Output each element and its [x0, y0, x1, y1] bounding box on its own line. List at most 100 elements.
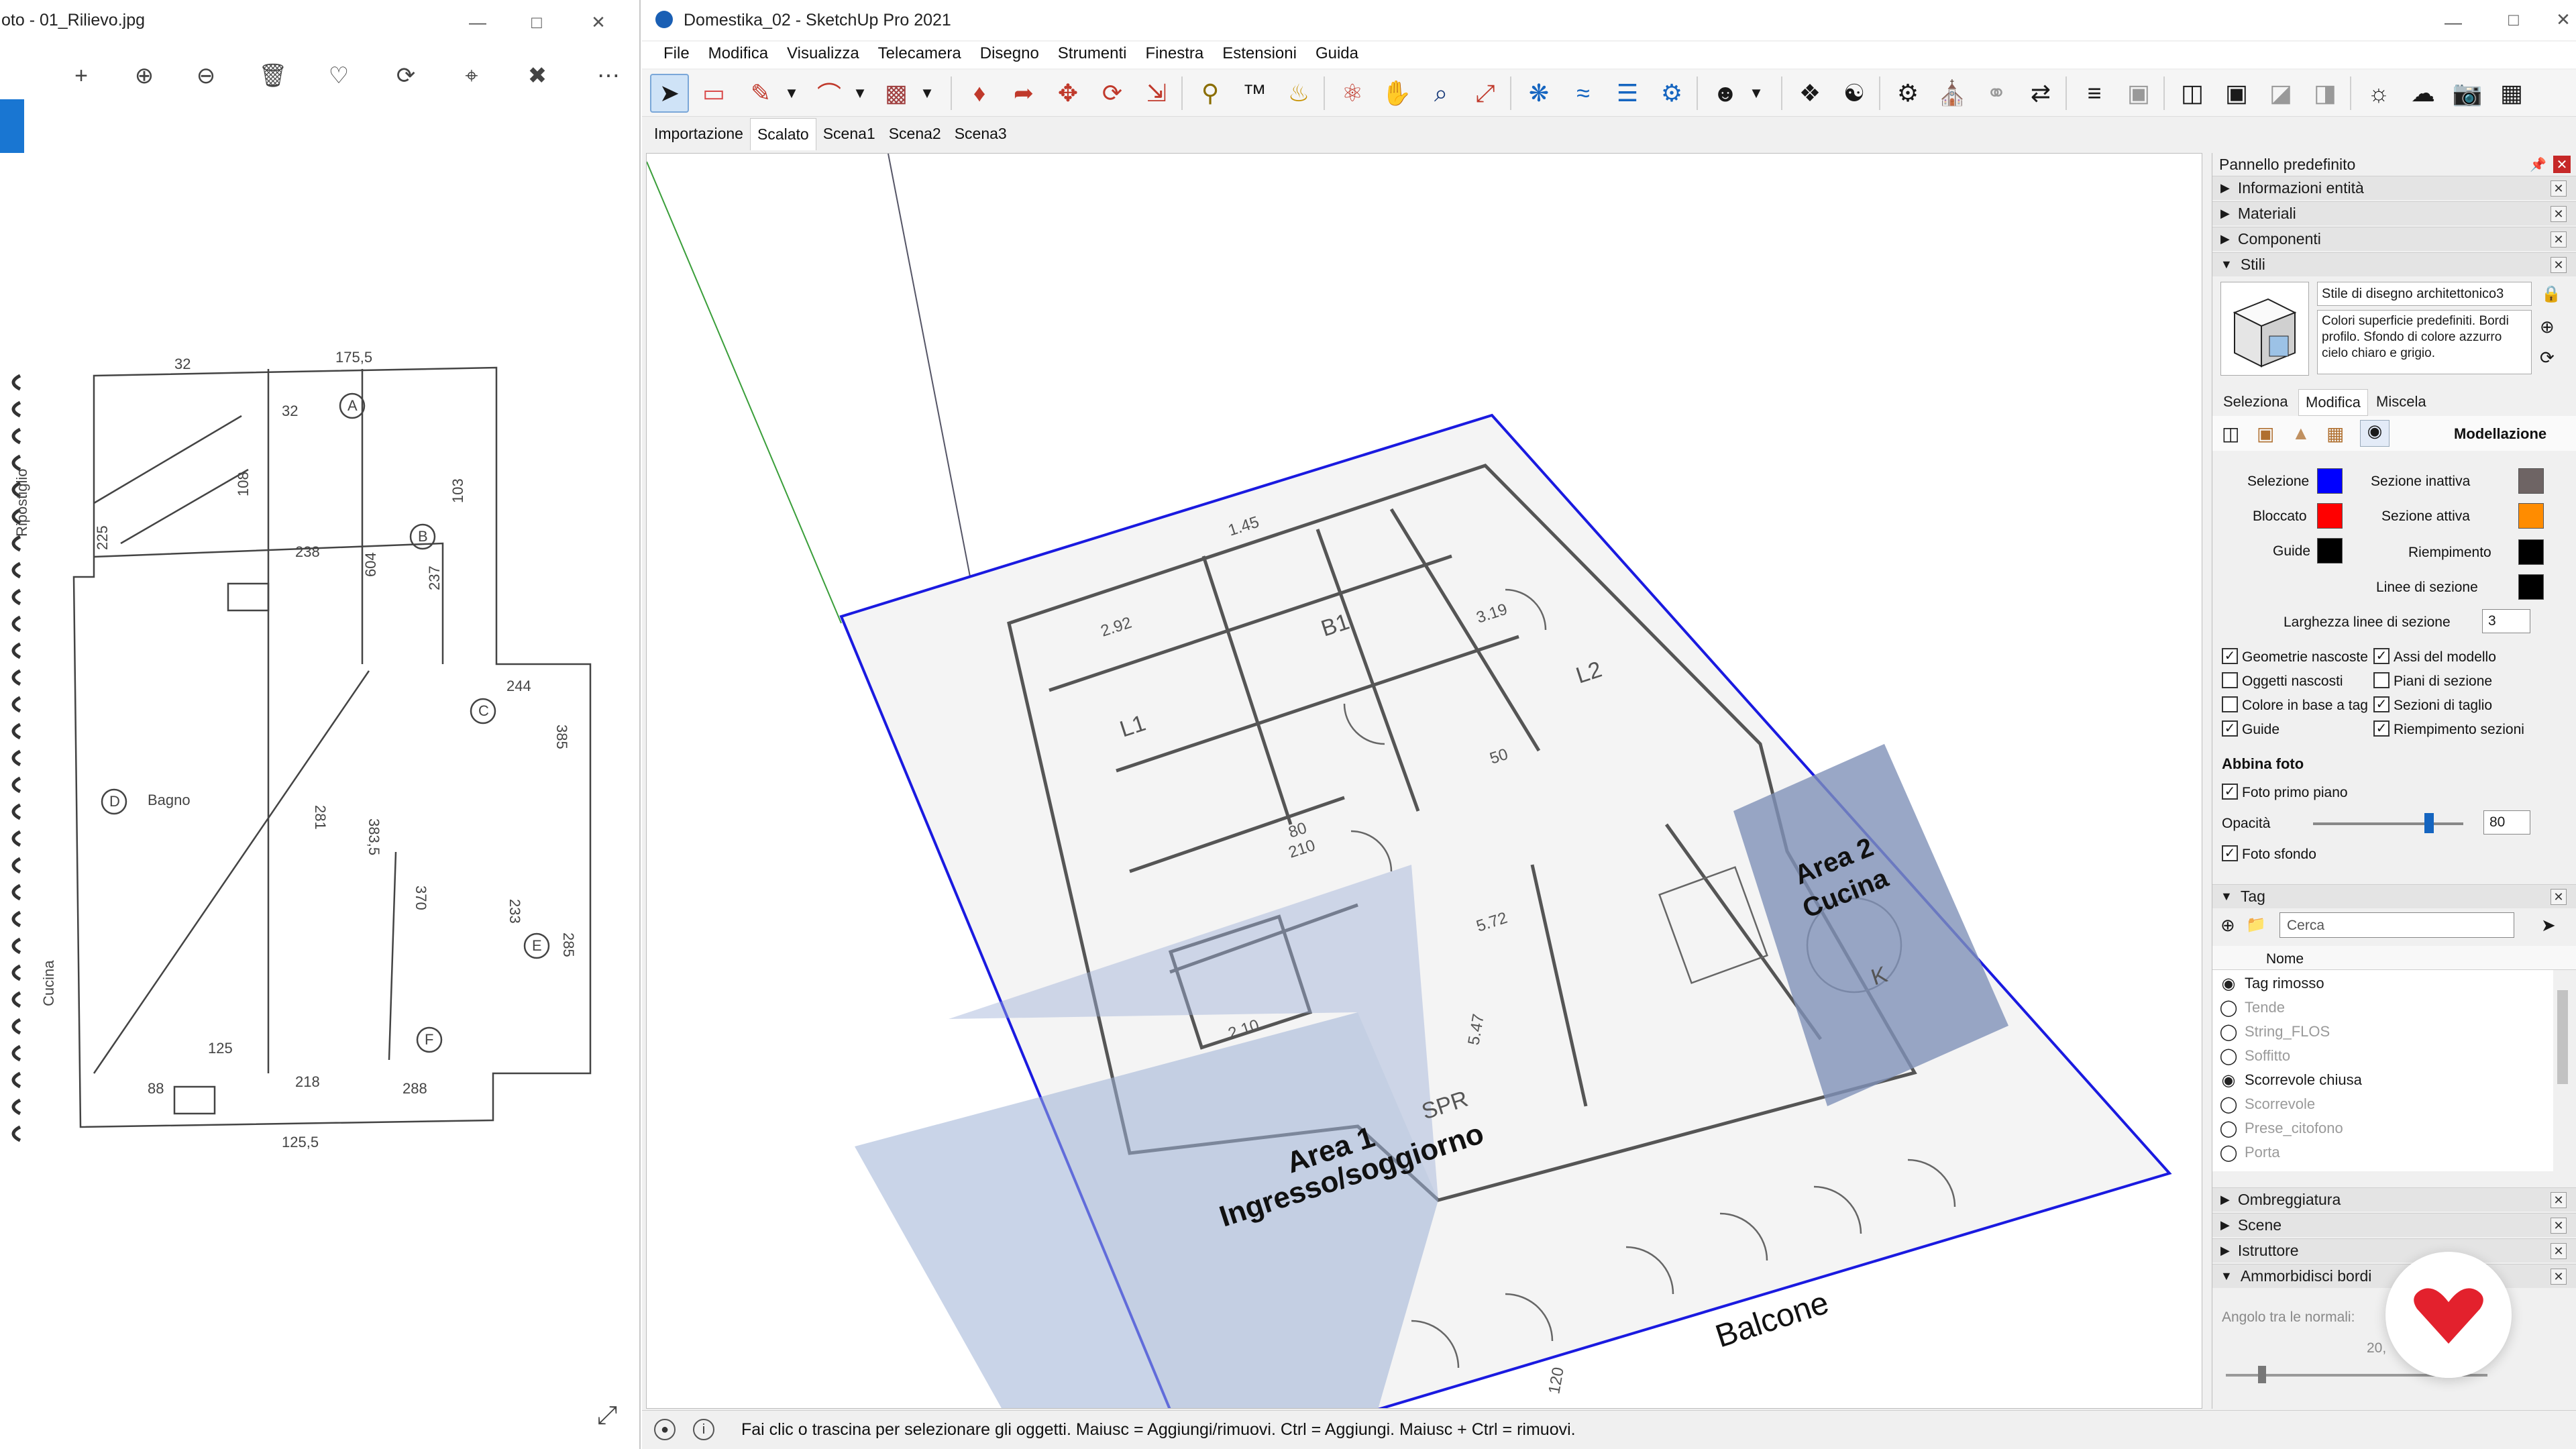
zoom-icon[interactable]: ⌕ — [1421, 74, 1460, 113]
arc-dropdown-icon[interactable]: ▼ — [841, 74, 879, 113]
bloccato-swatch[interactable] — [2317, 503, 2343, 529]
menu-file[interactable]: File — [654, 42, 699, 68]
pin-icon[interactable]: 📌 — [2530, 156, 2546, 173]
texture-icon[interactable]: ☯ — [1835, 74, 1874, 113]
panel-materials[interactable]: ▶ Materiali ✕ — [2212, 201, 2576, 225]
scrollbar-thumb[interactable] — [2557, 990, 2568, 1084]
opacity-slider-thumb[interactable] — [2424, 813, 2434, 833]
visibility-eye-icon[interactable]: ◯ — [2212, 1046, 2245, 1066]
paint-bucket-icon[interactable]: ♨ — [1279, 74, 1318, 113]
panel-instructor[interactable]: ▶ Istruttore ✕ — [2212, 1238, 2576, 1263]
menu-tools[interactable]: Strumenti — [1049, 42, 1136, 68]
list-item[interactable]: ◉ Scorrevole chiusa — [2212, 1068, 2553, 1092]
favorite-icon[interactable]: ♡ — [315, 52, 362, 99]
face-settings-icon[interactable]: ▣ — [2257, 423, 2274, 445]
list-item[interactable]: ◯ Soffitto — [2212, 1044, 2553, 1068]
select-tool-icon[interactable]: ➤ — [650, 74, 689, 113]
checkbox-hidden-geometry[interactable]: ✓ — [2222, 648, 2238, 664]
area1-highlight[interactable] — [855, 1012, 1438, 1409]
fog-icon[interactable]: ☁ — [2404, 74, 2443, 113]
line-dropdown-icon[interactable]: ▼ — [772, 74, 811, 113]
list-item[interactable]: ◯ String_FLOS — [2212, 1020, 2553, 1044]
gallery-button[interactable] — [0, 99, 24, 153]
background-settings-icon[interactable]: ▲ — [2292, 423, 2310, 444]
tab-scena1[interactable]: Scena1 — [816, 118, 882, 150]
rotate-tool-icon[interactable]: ⟳ — [1093, 74, 1132, 113]
add-tag-icon[interactable]: ⊕ — [2220, 915, 2235, 936]
list-item[interactable]: ◯ Scorrevole — [2212, 1092, 2553, 1116]
intersect-icon[interactable]: ⚭ — [1977, 74, 2016, 113]
panel-styles[interactable]: ▼ Stili ✕ — [2212, 252, 2576, 276]
tag-details-icon[interactable]: ➤ — [2541, 915, 2556, 936]
linee-sezione-swatch[interactable] — [2518, 574, 2544, 600]
zoom-extents-icon[interactable]: ⤢ — [1466, 74, 1505, 113]
list-item[interactable]: ◉ Tag rimosso — [2212, 971, 2553, 996]
section-display-icon[interactable]: ▣ — [2119, 74, 2158, 113]
panel-close-icon[interactable]: ✕ — [2551, 1218, 2567, 1234]
menu-view[interactable]: Visualizza — [777, 42, 869, 68]
panel-close-icon[interactable]: ✕ — [2551, 206, 2567, 222]
follow-me-icon[interactable]: ➦ — [1004, 74, 1043, 113]
tab-importazione[interactable]: Importazione — [647, 118, 750, 150]
checkbox-model-axes[interactable]: ✓ — [2373, 648, 2390, 664]
riempimento-swatch[interactable] — [2518, 539, 2544, 565]
tag-list-scrollbar[interactable] — [2555, 970, 2571, 1171]
extension-warehouse-icon[interactable]: ≈ — [1564, 74, 1603, 113]
panel-close-icon[interactable]: ✕ — [2551, 231, 2567, 248]
minimize-icon[interactable]: — — [448, 4, 507, 40]
close-icon[interactable]: ✕ — [569, 4, 628, 40]
style-description-field[interactable]: Colori superficie predefiniti. Bordi pro… — [2317, 310, 2532, 374]
edit-icon[interactable]: ✖ — [514, 52, 561, 99]
panel-close-icon[interactable]: ✕ — [2551, 180, 2567, 197]
panel-close-icon[interactable]: ✕ — [2551, 1269, 2567, 1285]
menu-window[interactable]: Finestra — [1136, 42, 1214, 68]
visibility-eye-icon[interactable]: ◯ — [2212, 1022, 2245, 1042]
minimize-icon[interactable]: — — [2424, 4, 2483, 40]
list-item[interactable]: ◯ Tende — [2212, 996, 2553, 1020]
styles-icon[interactable]: ▦ — [2492, 74, 2531, 113]
style-name-field[interactable]: Stile di disegno architettonico3 — [2317, 282, 2532, 306]
menu-edit[interactable]: Modifica — [699, 42, 777, 68]
panel-entity-info[interactable]: ▶ Informazioni entità ✕ — [2212, 176, 2576, 200]
menu-extensions[interactable]: Estensioni — [1213, 42, 1306, 68]
list-item[interactable]: ◯ Porta — [2212, 1140, 2553, 1165]
scale-tool-icon[interactable]: ⇲ — [1137, 74, 1176, 113]
panel-scenes[interactable]: ▶ Scene ✕ — [2212, 1213, 2576, 1237]
subtab-modifica[interactable]: Modifica — [2298, 389, 2368, 416]
push-pull-icon[interactable]: ♦ — [960, 74, 999, 113]
more-icon[interactable]: ⋯ — [585, 52, 632, 99]
line-width-field[interactable]: 3 — [2482, 609, 2530, 633]
sandbox-icon[interactable]: ❖ — [1790, 74, 1829, 113]
checkbox-section-planes[interactable] — [2373, 672, 2390, 688]
checkbox-section-fill[interactable]: ✓ — [2373, 720, 2390, 737]
pan-icon[interactable]: ✋ — [1377, 74, 1416, 113]
visibility-eye-icon[interactable]: ◯ — [2212, 1143, 2245, 1163]
update-style-icon[interactable]: ⟳ — [2540, 347, 2555, 368]
list-item[interactable]: ◯ Prese_citofono — [2212, 1116, 2553, 1140]
subtab-seleziona[interactable]: Seleziona — [2216, 389, 2295, 415]
text-tool-icon[interactable]: ™ — [1235, 74, 1274, 113]
tab-scena2[interactable]: Scena2 — [882, 118, 948, 150]
panel-shadows[interactable]: ▶ Ombreggiatura ✕ — [2212, 1187, 2576, 1212]
match-photo-icon[interactable]: 📷 — [2448, 74, 2487, 113]
geolocation-icon[interactable]: ● — [654, 1419, 676, 1440]
opacity-slider-track[interactable] — [2313, 822, 2463, 825]
panel-close-icon[interactable]: ✕ — [2551, 1192, 2567, 1208]
modeling-viewport[interactable]: Area 1 Ingresso/soggiorno Area 2 Cucina … — [646, 153, 2202, 1409]
style-lock-icon[interactable]: 🔒 — [2541, 284, 2561, 304]
zoom-in-icon[interactable]: ⊕ — [121, 52, 168, 99]
extension-manager-icon[interactable]: ⚙ — [1652, 74, 1691, 113]
watermark-settings-icon[interactable]: ▦ — [2326, 423, 2344, 445]
menu-camera[interactable]: Telecamera — [869, 42, 971, 68]
tray-close-icon[interactable]: ✕ — [2553, 156, 2571, 173]
layout-icon[interactable]: ☰ — [1608, 74, 1647, 113]
shape-dropdown-icon[interactable]: ▼ — [908, 74, 947, 113]
tab-scena3[interactable]: Scena3 — [948, 118, 1014, 150]
checkbox-background-photo[interactable]: ✓ — [2222, 845, 2238, 861]
selezione-swatch[interactable] — [2317, 468, 2343, 494]
close-icon[interactable]: ✕ — [2534, 1, 2576, 38]
section-plane-icon[interactable]: ≡ — [2075, 74, 2114, 113]
checkbox-color-by-tag[interactable] — [2222, 696, 2238, 712]
subtab-miscela[interactable]: Miscela — [2369, 389, 2433, 415]
fullscreen-icon[interactable]: ⤢ — [590, 1399, 624, 1432]
